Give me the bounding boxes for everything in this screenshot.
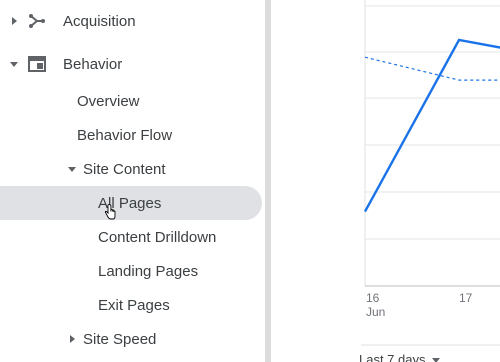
line-chart: 16 Jun 17 xyxy=(361,0,500,346)
sidebar-item-label: Acquisition xyxy=(63,12,136,30)
sidebar-item-acquisition[interactable]: Acquisition xyxy=(0,4,265,38)
sidebar-item-exit-pages[interactable]: Exit Pages xyxy=(0,288,265,322)
sidebar-item-label: Content Drilldown xyxy=(98,228,217,246)
x-tick-month: Jun xyxy=(366,305,385,319)
chevron-right-icon xyxy=(12,17,17,25)
sidebar-item-behavior[interactable]: Behavior xyxy=(0,47,265,81)
sidebar-item-label: Site Content xyxy=(83,160,166,178)
chart-series xyxy=(363,38,500,213)
chevron-down-icon xyxy=(431,358,440,362)
branch-icon xyxy=(29,14,45,28)
sidebar-item-label: Site Speed xyxy=(83,330,157,348)
chart-panel: 16 Jun 17 Last 7 days xyxy=(271,0,500,362)
chart-grid xyxy=(365,5,500,240)
sidebar-item-label: Behavior Flow xyxy=(77,126,173,144)
sidebar-item-site-content[interactable]: Site Content xyxy=(0,152,265,186)
sidebar-item-label: Exit Pages xyxy=(98,296,170,314)
sidebar-item-label: Behavior xyxy=(63,55,123,73)
date-range-label: Last 7 days xyxy=(359,352,426,362)
sidebar-item-label: Landing Pages xyxy=(98,262,199,280)
sidebar-item-content-drilldown[interactable]: Content Drilldown xyxy=(0,220,265,254)
analytics-view: Acquisition Behavior Overview Behavior F… xyxy=(0,0,500,362)
sidebar-item-landing-pages[interactable]: Landing Pages xyxy=(0,254,265,288)
date-range-dropdown[interactable]: Last 7 days xyxy=(359,352,440,362)
series-line-1 xyxy=(363,38,500,213)
hand-cursor-icon xyxy=(104,204,116,220)
window-icon xyxy=(28,56,46,72)
chevron-right-icon xyxy=(70,335,75,343)
chevron-down-icon xyxy=(10,61,18,67)
x-tick-label: 16 xyxy=(366,291,380,305)
sidebar-item-overview[interactable]: Overview xyxy=(0,84,265,118)
sidebar-item-label: Overview xyxy=(77,92,140,110)
sidebar-item-site-speed[interactable]: Site Speed xyxy=(0,322,265,356)
sidebar-nav: Acquisition Behavior Overview Behavior F… xyxy=(0,0,265,362)
x-tick-label: 17 xyxy=(459,291,473,305)
chevron-down-icon xyxy=(68,166,76,172)
sidebar-item-all-pages[interactable]: All Pages xyxy=(0,186,262,220)
series-line-2 xyxy=(364,56,500,81)
sidebar-item-behavior-flow[interactable]: Behavior Flow xyxy=(0,118,265,152)
